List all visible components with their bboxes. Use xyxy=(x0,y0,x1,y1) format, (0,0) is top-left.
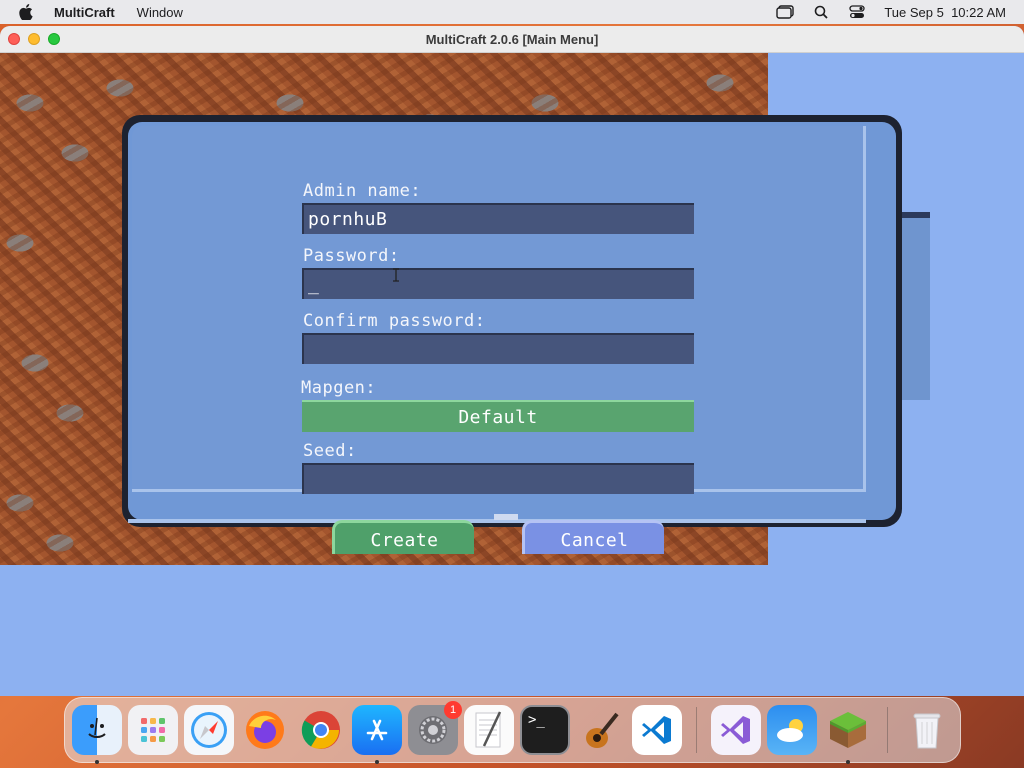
app-menu-name[interactable]: MultiCraft xyxy=(54,5,115,20)
cancel-button[interactable]: Cancel xyxy=(522,520,664,554)
finder-icon[interactable] xyxy=(72,705,122,764)
password-label: Password: xyxy=(303,246,400,266)
chrome-icon[interactable] xyxy=(296,705,346,755)
stage-manager-icon[interactable] xyxy=(776,5,795,19)
system-settings-icon[interactable]: 1 xyxy=(408,701,462,755)
safari-icon[interactable] xyxy=(184,705,234,755)
admin-name-label: Admin name: xyxy=(303,181,422,201)
control-center-icon[interactable] xyxy=(848,5,866,19)
text-cursor-icon xyxy=(392,268,400,282)
visual-studio-icon[interactable] xyxy=(711,705,761,755)
weather-icon[interactable] xyxy=(767,705,817,755)
mapgen-dropdown[interactable]: Default xyxy=(302,400,694,432)
minimize-window-button[interactable] xyxy=(28,33,40,45)
zoom-window-button[interactable] xyxy=(48,33,60,45)
dock: 1 >_ xyxy=(64,697,961,764)
window-menu[interactable]: Window xyxy=(137,5,183,20)
menu-bar: MultiCraft Window Tue Sep 5 10:22 AM xyxy=(0,0,1024,24)
password-field[interactable]: _ xyxy=(302,268,694,299)
close-window-button[interactable] xyxy=(8,33,20,45)
dock-separator-2 xyxy=(887,707,888,753)
seed-field[interactable] xyxy=(302,463,694,494)
admin-name-field[interactable] xyxy=(302,203,694,234)
create-button-label: Create xyxy=(370,530,439,551)
vscode-icon[interactable] xyxy=(632,705,682,755)
launchpad-icon[interactable] xyxy=(128,705,178,755)
create-button[interactable]: Create xyxy=(332,520,474,554)
spotlight-search-icon[interactable] xyxy=(812,5,830,19)
terminal-icon[interactable]: >_ xyxy=(520,705,570,755)
seed-label: Seed: xyxy=(303,441,357,461)
dialog-panel xyxy=(132,126,866,492)
title-bar[interactable]: MultiCraft 2.0.6 [Main Menu] xyxy=(0,26,1024,53)
clock[interactable]: Tue Sep 5 10:22 AM xyxy=(884,5,1006,20)
dock-separator xyxy=(696,707,697,753)
firefox-icon[interactable] xyxy=(240,705,290,755)
admin-name-input[interactable] xyxy=(308,209,690,230)
textedit-icon[interactable] xyxy=(464,705,514,755)
garageband-icon[interactable] xyxy=(576,705,626,755)
window-title: MultiCraft 2.0.6 [Main Menu] xyxy=(425,31,599,47)
mapgen-value: Default xyxy=(458,406,538,428)
app-store-icon[interactable] xyxy=(352,705,402,764)
apple-menu-icon[interactable] xyxy=(18,4,34,20)
confirm-password-field[interactable] xyxy=(302,333,694,364)
notification-badge: 1 xyxy=(444,701,462,719)
confirm-password-label: Confirm password: xyxy=(303,311,486,331)
multicraft-icon[interactable] xyxy=(823,705,873,764)
mapgen-label: Mapgen: xyxy=(301,378,377,398)
trash-icon[interactable] xyxy=(902,705,952,755)
dialog-divider-fragment xyxy=(494,514,518,520)
cancel-button-label: Cancel xyxy=(560,530,629,551)
password-text-caret: _ xyxy=(308,274,320,295)
